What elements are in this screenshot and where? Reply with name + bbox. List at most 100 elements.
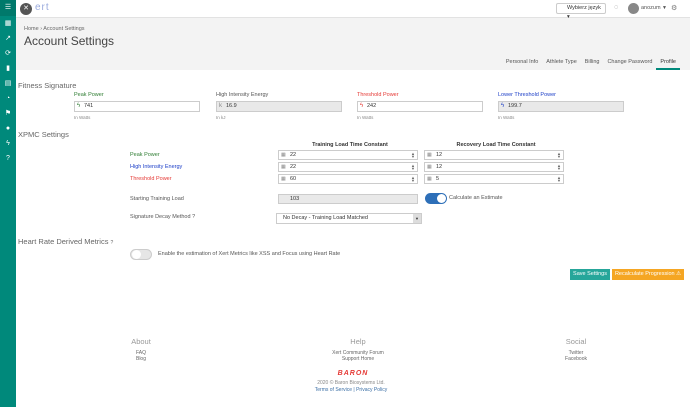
calendar-icon[interactable]: ▤ [0,76,16,91]
footer-social-title: Social [565,337,587,346]
help-icon[interactable]: ? [0,151,16,166]
kj-icon: k [219,103,222,109]
footer: About FAQ Blog Help Xert Community Forum… [16,292,690,407]
spinner-icon[interactable]: ▲ ▼ [557,164,561,171]
page-header: Home › Account Settings Account Settings… [16,18,690,70]
footer-social: Social Twitter Facebook [536,337,616,362]
spinner-icon[interactable]: ▲ ▼ [557,176,561,183]
warning-icon: ⚠ [676,271,682,277]
tab-personal-info[interactable]: Personal Info [502,56,542,70]
recovery-peak-input[interactable]: ▦ 12 ▲ ▼ [424,150,564,160]
heart-rate-toggle-label: Enable the estimation of Xert Metrics li… [158,251,341,257]
bolt-icon: ϟ [501,103,505,109]
bolt-icon[interactable]: ϟ [0,136,16,151]
logo-icon[interactable]: ✕ [20,3,32,15]
bolt-icon: ϟ [360,103,364,109]
caret-down-icon[interactable]: ▼ [662,5,667,11]
footer-about: About FAQ Blog [101,337,181,362]
recalculate-progression-button[interactable]: Recalculate Progression ⚠ [612,269,684,280]
avatar[interactable] [628,3,639,14]
hamburger-icon[interactable]: ☰ [0,0,16,15]
dashboard-icon[interactable]: ▦ [0,16,16,31]
caret-down-icon: ▼ [413,214,421,223]
sidebar: ☰ ▦ ↗ ⟳ ▮ ▤ ◔ ⚑ ● ϟ ? [0,0,16,407]
gear-icon[interactable]: ⚙ [671,4,677,12]
tab-change-password[interactable]: Change Password [603,56,656,70]
decay-label: Signature Decay Method ? [130,214,196,220]
group-icon[interactable]: ● [0,121,16,136]
terms-link[interactable]: Terms of Service [315,387,352,393]
threshold-power-unit: In Watts [357,115,374,120]
spinner-icon[interactable]: ▲ ▼ [411,176,415,183]
username[interactable]: anozum [641,5,661,11]
xpmc-peak-label: Peak Power [130,152,160,158]
menu-toggle[interactable]: ☰ [0,0,16,16]
bell-icon[interactable]: ◌ [614,4,618,11]
heart-rate-title: Heart Rate Derived Metrics ? [18,237,114,246]
spinner-icon[interactable]: ▲ ▼ [411,164,415,171]
tab-billing[interactable]: Billing [581,56,604,70]
help-icon[interactable]: ? [111,240,114,246]
fitness-signature-title: Fitness Signature [18,81,77,90]
footer-about-title: About [131,337,151,346]
bolt-icon: ϟ [77,103,81,109]
calendar-icon: ▦ [427,164,432,170]
flag-icon[interactable]: ⚑ [0,106,16,121]
chart-icon[interactable]: ↗ [0,31,16,46]
peak-power-label: Peak Power [74,92,104,98]
calendar-icon: ▦ [281,152,286,158]
spinner-icon[interactable]: ▲ ▼ [557,152,561,159]
footer-help: Help Xert Community Forum Support Home [318,337,398,362]
main-content: Fitness Signature Peak Power ϟ 741 In Wat… [16,70,690,292]
save-settings-button[interactable]: Save Settings [570,269,610,280]
page-title: Account Settings [24,34,115,48]
spinner-icon[interactable]: ▲ ▼ [411,152,415,159]
baron-logo: BARON [337,370,369,377]
starting-load-input[interactable]: 103 [278,194,418,204]
hie-input[interactable]: k 16.9 [216,101,342,112]
footer-help-title: Help [350,337,366,346]
training-peak-input[interactable]: ▦ 22 ▲ ▼ [278,150,418,160]
xpmc-threshold-label: Threshold Power [130,176,172,182]
hie-unit: In kJ [216,115,226,120]
calendar-icon: ▦ [281,164,286,170]
training-threshold-input[interactable]: ▦ 60 ▲ ▼ [278,174,418,184]
estimate-toggle[interactable] [425,193,447,204]
footer-link-support[interactable]: Support Home [318,356,398,362]
ltp-unit: In Watts [498,115,515,120]
footer-link-blog[interactable]: Blog [101,356,181,362]
copyright: 2020 © Baron Biosystems Ltd. [317,380,385,386]
tab-profile[interactable]: Profile [656,56,680,70]
logo-text: ert [35,2,50,13]
estimate-label: Calculate an Estimate [449,195,503,201]
tab-athlete-type[interactable]: Athlete Type [542,56,580,70]
recovery-hie-input[interactable]: ▦ 12 ▲ ▼ [424,162,564,172]
decay-select[interactable]: No Decay - Training Load Matched ▼ [276,213,422,224]
breadcrumb[interactable]: Home › Account Settings [24,26,85,32]
toggle-knob [132,250,141,259]
topbar: ✕ ert Wybierz język ▾ ◌ anozum ▼ ⚙ [16,0,690,20]
peak-power-input[interactable]: ϟ 741 [74,101,200,112]
legal-links: Terms of Service | Privacy Policy [314,387,388,393]
recovery-threshold-input[interactable]: ▦ 5 ▲ ▼ [424,174,564,184]
ltp-label: Lower Threshold Power [498,92,556,98]
book-icon[interactable]: ▮ [0,61,16,76]
hie-label: High Intensity Energy [216,92,269,98]
toggle-knob [437,194,446,203]
heart-rate-toggle[interactable] [130,249,152,260]
peak-power-unit: In Watts [74,115,91,120]
training-hie-input[interactable]: ▦ 22 ▲ ▼ [278,162,418,172]
footer-link-facebook[interactable]: Facebook [536,356,616,362]
privacy-link[interactable]: Privacy Policy [356,387,387,393]
starting-load-label: Starting Training Load [130,196,184,202]
tabs: Personal Info Athlete Type Billing Chang… [502,56,680,70]
language-select[interactable]: Wybierz język ▾ [556,3,606,20]
ltp-input[interactable]: ϟ 199.7 [498,101,624,112]
help-icon[interactable]: ? [192,214,195,220]
training-col-header: Training Load Time Constant [312,142,388,148]
gauge-icon[interactable]: ◔ [0,91,16,106]
calendar-icon: ▦ [427,176,432,182]
threshold-power-input[interactable]: ϟ 242 [357,101,483,112]
sync-icon[interactable]: ⟳ [0,46,16,61]
recovery-col-header: Recovery Load Time Constant [456,142,536,148]
